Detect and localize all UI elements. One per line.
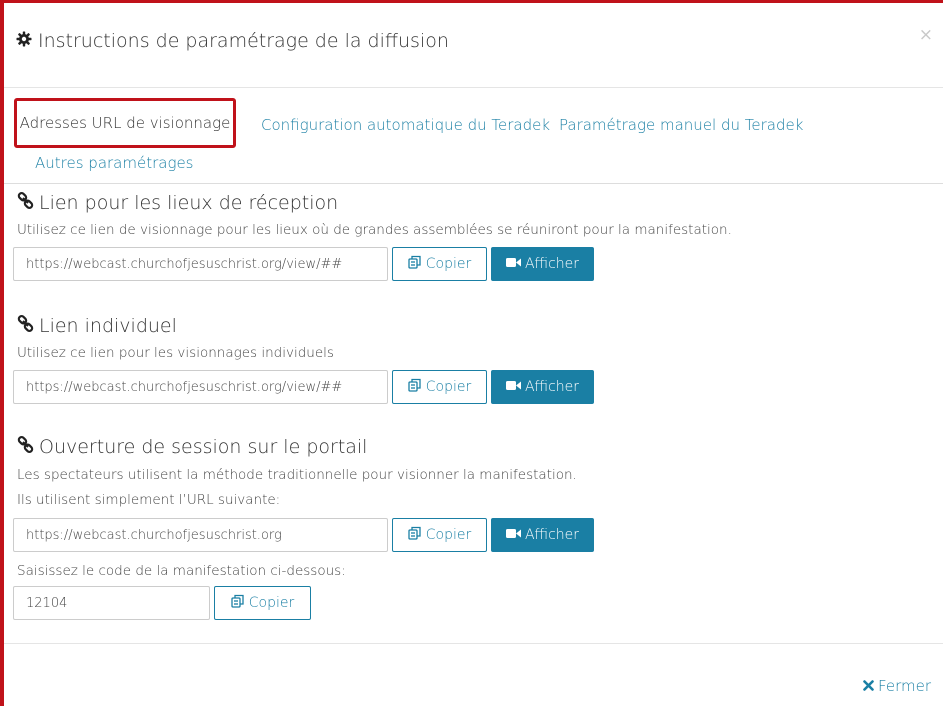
tab-viewing-urls[interactable]: Adresses URL de visionnage <box>14 98 236 148</box>
link-icon <box>17 192 34 214</box>
link-icon <box>17 436 34 458</box>
section-title-text: Ouverture de session sur le portail <box>39 436 368 458</box>
view-label: Afficher <box>524 527 580 543</box>
video-camera-icon <box>505 256 521 272</box>
event-code-field[interactable] <box>13 586 210 620</box>
copy-icon <box>408 255 422 273</box>
copy-portal-url-button[interactable]: Copier <box>392 518 487 552</box>
copy-venue-url-button[interactable]: Copier <box>392 247 487 281</box>
tab-other-settings[interactable]: Autres paramétrages <box>35 154 194 172</box>
view-portal-url-button[interactable]: Afficher <box>491 518 594 552</box>
section-title-portal: Ouverture de session sur le portail <box>17 436 367 458</box>
tab-bar: Adresses URL de visionnage Configuration… <box>4 96 943 184</box>
cog-icon <box>16 30 32 52</box>
event-code-label: Saisissez le code de la manifestation ci… <box>17 563 346 579</box>
close-button[interactable]: Fermer <box>863 677 931 695</box>
video-camera-icon <box>505 527 521 543</box>
section-description-portal-url: Ils utilisent simplement l’URL suivante: <box>17 492 281 508</box>
times-icon <box>863 677 874 695</box>
close-label: Fermer <box>878 677 931 695</box>
copy-icon <box>231 594 245 612</box>
section-title-text: Lien individuel <box>39 315 177 337</box>
close-x-button[interactable]: × <box>919 27 933 44</box>
section-title-text: Lien pour les lieux de réception <box>39 192 339 214</box>
video-camera-icon <box>505 379 521 395</box>
view-label: Afficher <box>524 379 580 395</box>
view-label: Afficher <box>524 256 580 272</box>
copy-label: Copier <box>425 256 472 272</box>
copy-label: Copier <box>248 595 295 611</box>
modal-title-text: Instructions de paramétrage de la diffus… <box>38 30 449 52</box>
tab-teradek-manual-config[interactable]: Paramétrage manuel du Teradek <box>559 116 803 134</box>
modal-header: Instructions de paramétrage de la diffus… <box>4 3 943 88</box>
footer-divider <box>4 643 943 644</box>
copy-label: Copier <box>425 379 472 395</box>
modal-title: Instructions de paramétrage de la diffus… <box>16 30 449 52</box>
individual-url-field[interactable] <box>13 370 388 404</box>
portal-url-field[interactable] <box>13 518 388 552</box>
tab-teradek-auto-config[interactable]: Configuration automatique du Teradek <box>261 116 550 134</box>
link-icon <box>17 315 34 337</box>
section-description-portal: Les spectateurs utilisent la méthode tra… <box>17 467 577 483</box>
section-title-individual: Lien individuel <box>17 315 177 337</box>
view-venue-url-button[interactable]: Afficher <box>491 247 594 281</box>
copy-icon <box>408 526 422 544</box>
venue-url-field[interactable] <box>13 247 388 281</box>
copy-icon <box>408 378 422 396</box>
copy-individual-url-button[interactable]: Copier <box>392 370 487 404</box>
section-title-venues: Lien pour les lieux de réception <box>17 192 338 214</box>
copy-event-code-button[interactable]: Copier <box>214 586 311 620</box>
copy-label: Copier <box>425 527 472 543</box>
view-individual-url-button[interactable]: Afficher <box>491 370 594 404</box>
section-description-individual: Utilisez ce lien pour les visionnages in… <box>17 345 334 361</box>
section-description-venues: Utilisez ce lien de visionnage pour les … <box>17 222 732 238</box>
